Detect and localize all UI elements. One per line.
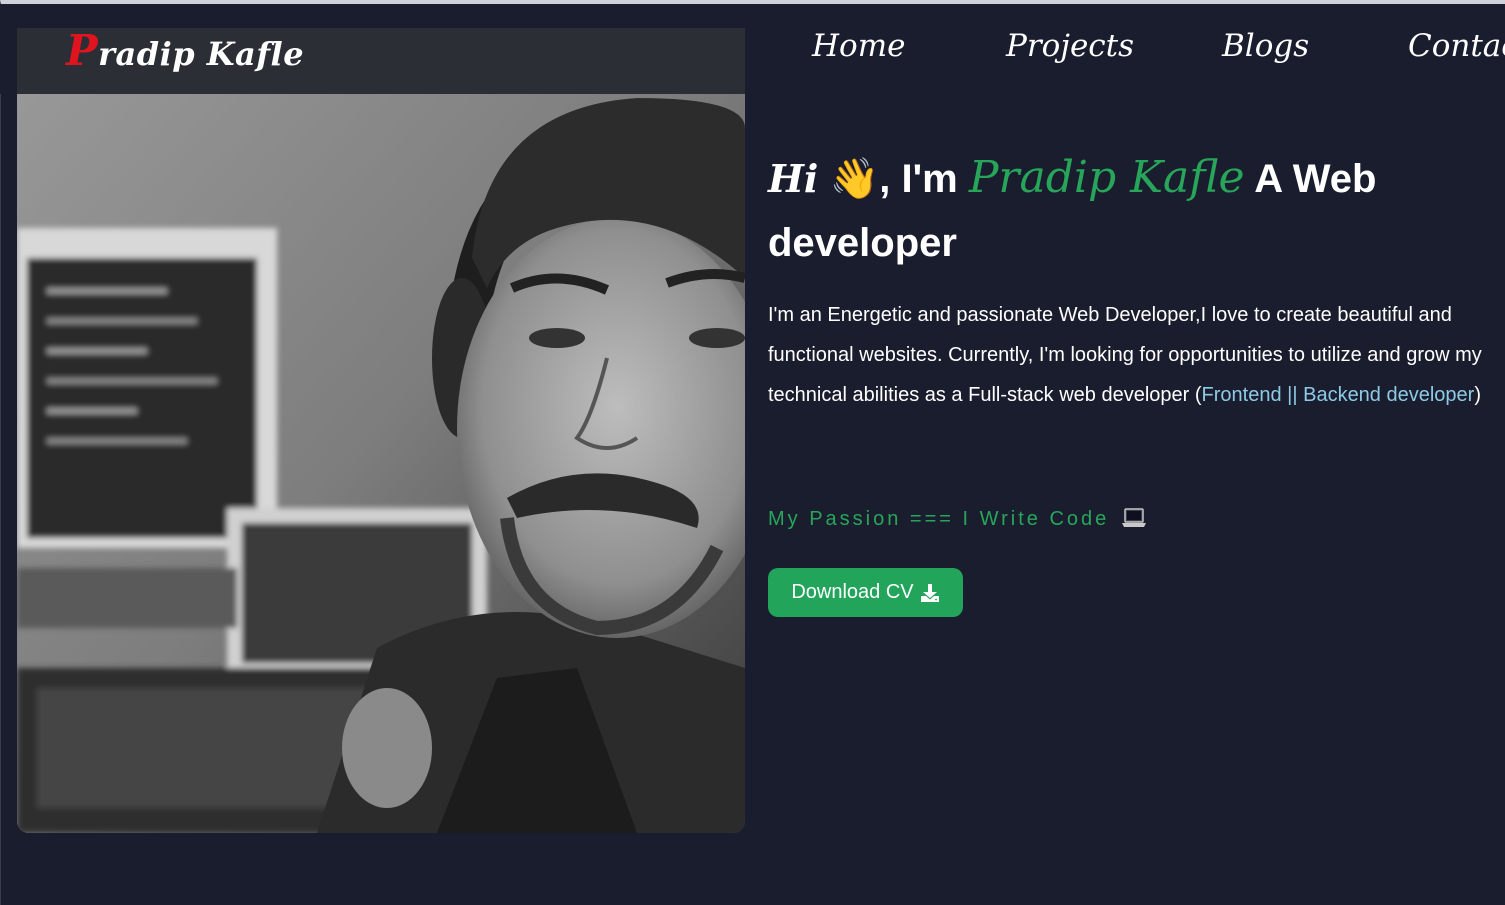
waving-hand-icon: 👋 xyxy=(829,157,880,201)
hero-description: I'm an Energetic and passionate Web Deve… xyxy=(768,295,1488,415)
profile-photo xyxy=(17,28,745,833)
role-link[interactable]: Frontend || Backend developer xyxy=(1202,384,1475,406)
hero-heading: Hi 👋, I'm Pradip Kafle A Web developer xyxy=(768,146,1488,275)
navbar: Pradip Kafle Home Projects Blogs Contact xyxy=(0,4,1505,94)
laptop-icon xyxy=(1121,508,1146,534)
passion-line: My Passion === I Write Code xyxy=(768,508,1146,534)
nav-links: Home Projects Blogs Contact xyxy=(0,28,1505,78)
download-cv-label: Download CV xyxy=(791,581,914,603)
passion-text: My Passion === I Write Code xyxy=(768,508,1110,530)
nav-link-home[interactable]: Home xyxy=(812,28,905,64)
intro-text: , I'm xyxy=(879,157,958,201)
download-cv-button[interactable]: Download CV xyxy=(768,568,963,617)
nav-link-blogs[interactable]: Blogs xyxy=(1222,28,1309,64)
greeting: Hi xyxy=(768,156,819,201)
nav-link-projects[interactable]: Projects xyxy=(1006,28,1134,64)
description-end: ) xyxy=(1474,384,1482,406)
nav-link-contact[interactable]: Contact xyxy=(1408,28,1505,64)
download-icon xyxy=(920,583,940,603)
hero-name: Pradip Kafle xyxy=(968,152,1245,203)
